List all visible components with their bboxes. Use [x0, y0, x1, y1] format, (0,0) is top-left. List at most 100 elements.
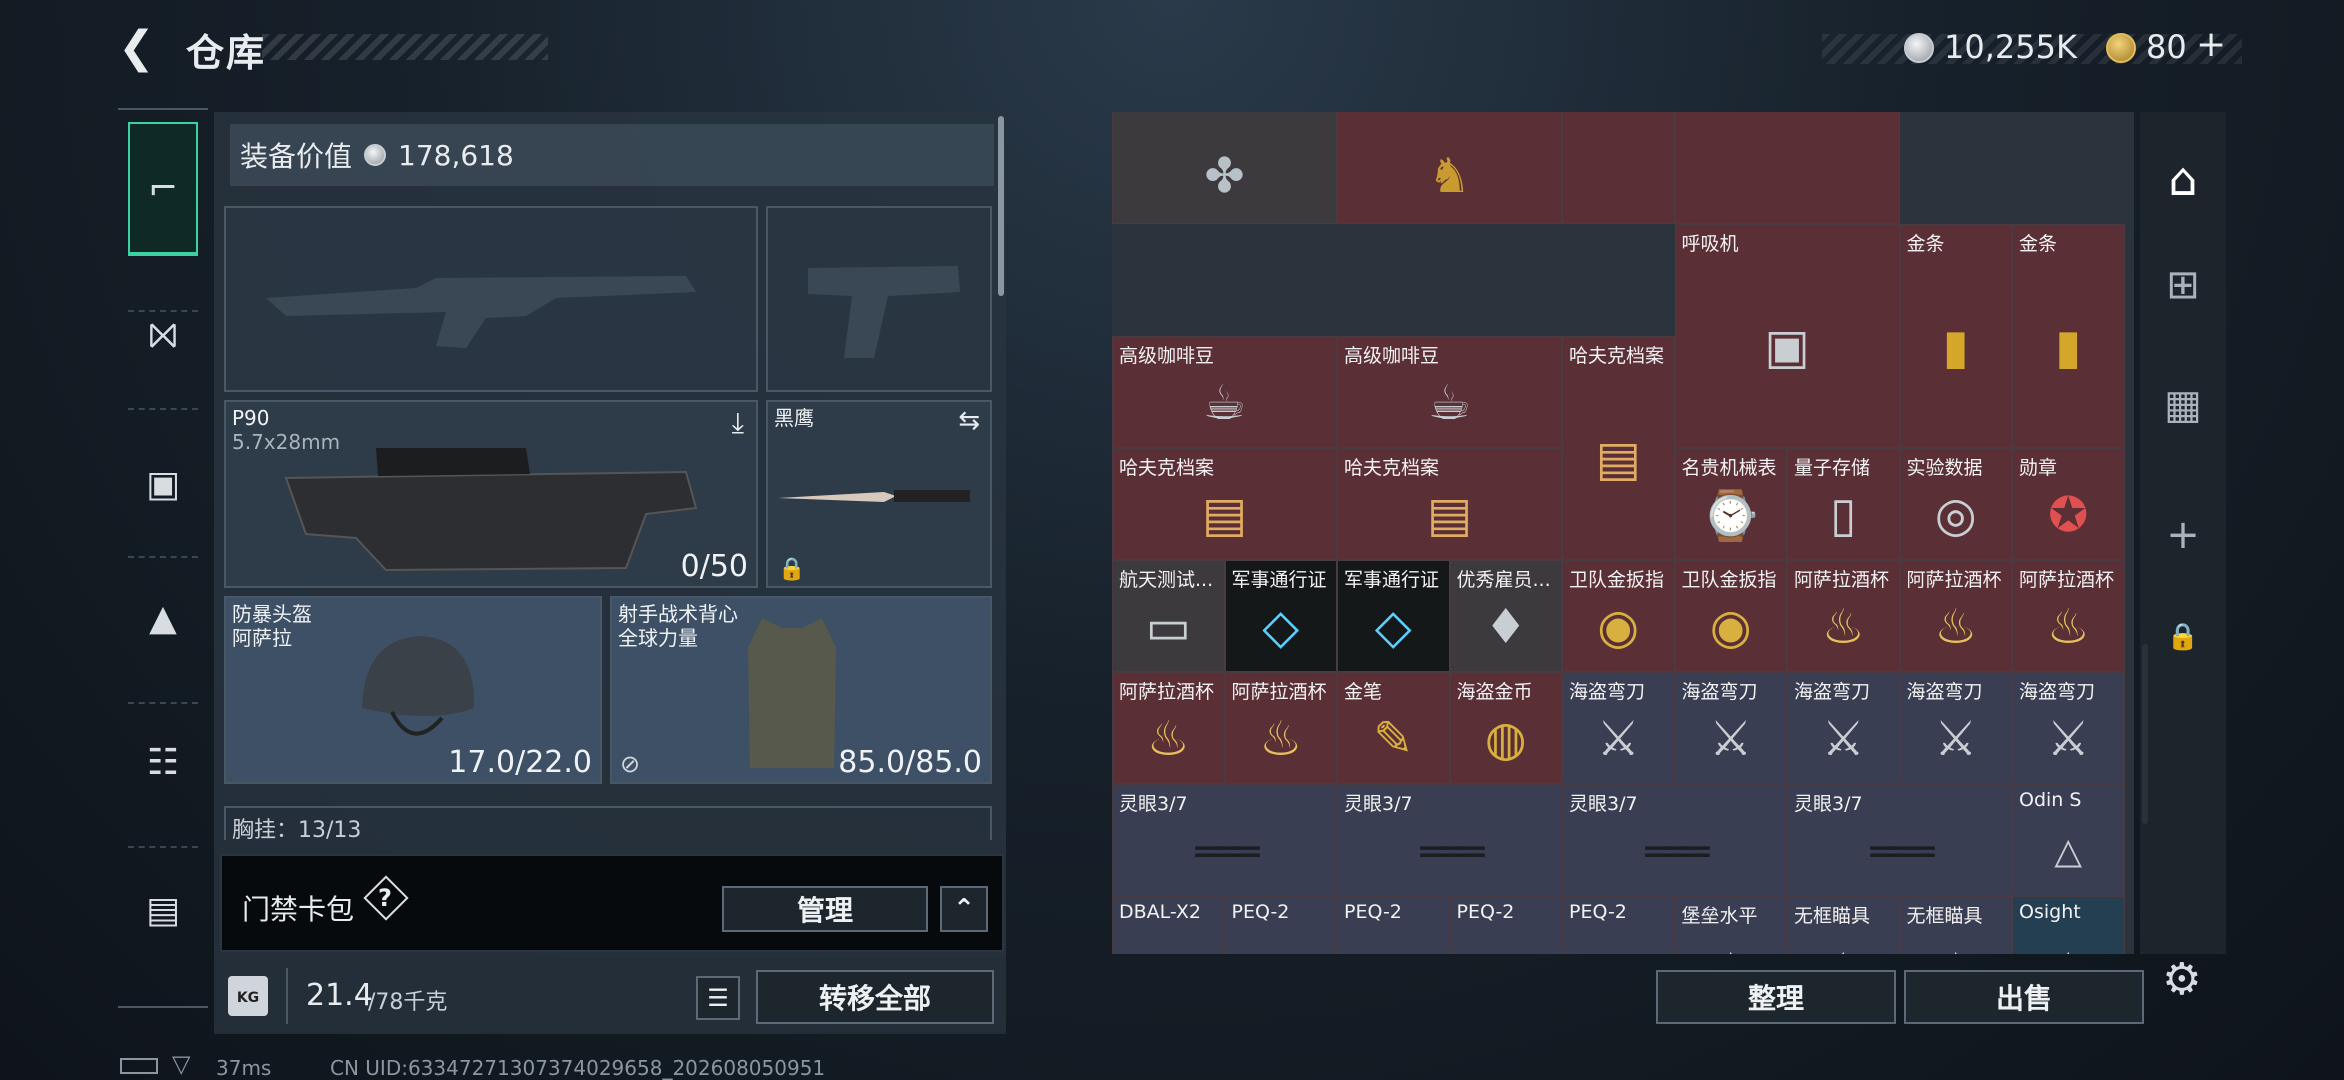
nav-clipboard[interactable]: ☷: [128, 732, 198, 792]
storage-item[interactable]: 军事通行证 ◇: [1337, 560, 1450, 672]
storage-item[interactable]: 海盗弯刀 ⚔: [1787, 672, 1900, 784]
helmet-sub: 阿萨拉: [232, 626, 292, 650]
storage-item[interactable]: 灵眼3/7 ═══: [1562, 784, 1787, 896]
storage-item[interactable]: 哈夫克档案 ▤: [1562, 336, 1675, 560]
folder-icon[interactable]: ▦: [2140, 382, 2226, 428]
nav-chest-rig[interactable]: ⨝: [128, 306, 198, 366]
storage-item[interactable]: Osight△: [2012, 896, 2125, 954]
list-view-icon[interactable]: ☰: [696, 976, 740, 1020]
slot-sidearm-empty[interactable]: [766, 206, 992, 392]
transfer-all-button[interactable]: 转移全部: [756, 970, 994, 1024]
storage-item[interactable]: 海盗金币 ◍: [1449, 672, 1562, 784]
storage-item[interactable]: 名贵机械表 ⌚: [1674, 448, 1787, 560]
storage-item[interactable]: 海盗弯刀 ⚔: [1562, 672, 1675, 784]
storage-item[interactable]: 阿萨拉酒杯 ♨: [1899, 560, 2012, 672]
pass-icon: ◇: [1374, 599, 1412, 655]
storage-item[interactable]: 阿萨拉酒杯 ♨: [1787, 560, 1900, 672]
storage-item[interactable]: [1674, 112, 1900, 224]
storage-item[interactable]: 量子存储 ▯: [1787, 448, 1900, 560]
title-decoration: [262, 34, 548, 60]
storage-item[interactable]: PEQ-2▰: [1449, 896, 1562, 954]
dagger-icon: ⚔: [1596, 711, 1640, 767]
file-icon: ▤: [1201, 487, 1248, 543]
add-stash-icon[interactable]: ⊞: [2140, 262, 2226, 308]
disc-icon: ◎: [1934, 487, 1977, 543]
storage-item[interactable]: PEQ-2▰: [1224, 896, 1337, 954]
nav-weapon[interactable]: ⌐: [128, 122, 198, 256]
back-arrow-icon[interactable]: ❮: [118, 26, 162, 70]
settings-gear-icon[interactable]: ⚙: [2162, 954, 2201, 1005]
slot-helmet[interactable]: 防暴头盔 阿萨拉 17.0/22.0: [224, 596, 602, 784]
storage-item[interactable]: 哈夫克档案 ▤: [1337, 448, 1562, 560]
item-label: 海盗金币: [1456, 681, 1533, 703]
dagger-icon: ⚔: [1934, 711, 1978, 767]
add-tab-icon[interactable]: +: [2140, 512, 2226, 558]
storage-item[interactable]: Odin S △: [2012, 784, 2125, 896]
wifi-icon: ▽: [172, 1050, 191, 1078]
scope-icon: ═══: [1645, 826, 1710, 876]
storage-item[interactable]: 无框瞄具△: [1787, 896, 1900, 954]
item-label: 海盗弯刀: [1794, 681, 1871, 703]
storage-item[interactable]: 高级咖啡豆 ☕: [1337, 336, 1562, 448]
storage-item[interactable]: 金笔 ✎: [1337, 672, 1450, 784]
storage-item[interactable]: 卫队金扳指 ◉: [1562, 560, 1675, 672]
equipment-value: 178,618: [398, 138, 514, 172]
item-label: 军事通行证: [1231, 569, 1327, 591]
item-label: 卫队金扳指: [1569, 569, 1665, 591]
weight-max: /78千克: [368, 990, 448, 1015]
storage-item[interactable]: PEQ-2▰: [1337, 896, 1450, 954]
briefcase-icon: ▤: [145, 889, 180, 931]
storage-item[interactable]: 阿萨拉酒杯 ♨: [2012, 560, 2125, 672]
storage-item[interactable]: [1562, 112, 1675, 224]
item-label: 海盗弯刀: [2019, 681, 2096, 703]
equipment-scrollbar[interactable]: [998, 116, 1004, 296]
slot-melee[interactable]: 黑鹰 ⇆ 🔒: [766, 400, 992, 588]
rifle-silhouette-icon: [266, 276, 696, 348]
storage-item[interactable]: 灵眼3/7 ═══: [1787, 784, 2012, 896]
ring-icon: ◉: [1709, 599, 1752, 655]
add-currency-button[interactable]: +: [2196, 24, 2226, 65]
sell-button[interactable]: 出售: [1904, 970, 2144, 1024]
storage-item[interactable]: 卫队金扳指 ◉: [1674, 560, 1787, 672]
help-icon[interactable]: ?: [378, 884, 392, 912]
stash-tab-icon[interactable]: ⌂: [2140, 152, 2226, 206]
storage-item[interactable]: 哈夫克档案 ▤: [1112, 448, 1337, 560]
storage-item[interactable]: 金条 ▮: [1899, 224, 2012, 448]
storage-item[interactable]: 优秀雇员... ♦: [1449, 560, 1562, 672]
storage-item[interactable]: 堡垒水平△: [1674, 896, 1787, 954]
slot-primary-weapon-empty[interactable]: [224, 206, 758, 392]
storage-item[interactable]: 无框瞄具△: [1899, 896, 2012, 954]
no-insure-icon: ⊘: [620, 750, 641, 778]
dagger-icon: ⚔: [1709, 711, 1753, 767]
horse-statue-icon: ♞: [1427, 148, 1472, 204]
slot-primary-weapon[interactable]: P90 5.7x28mm ⤓ 0/50: [224, 400, 758, 588]
manage-button[interactable]: 管理: [722, 886, 928, 932]
storage-item[interactable]: ✤: [1112, 112, 1337, 224]
organize-button[interactable]: 整理: [1656, 970, 1896, 1024]
unload-icon[interactable]: ⤓: [732, 406, 744, 440]
storage-item[interactable]: 航天测试... ▭: [1112, 560, 1225, 672]
storage-item[interactable]: 海盗弯刀 ⚔: [1674, 672, 1787, 784]
storage-item[interactable]: 高级咖啡豆 ☕: [1112, 336, 1337, 448]
storage-item[interactable]: 海盗弯刀 ⚔: [1899, 672, 2012, 784]
storage-item[interactable]: 金条 ▮: [2012, 224, 2125, 448]
storage-item[interactable]: ♞: [1337, 112, 1562, 224]
storage-item[interactable]: 呼吸机 ▣: [1674, 224, 1900, 448]
storage-item[interactable]: 灵眼3/7 ═══: [1112, 784, 1337, 896]
storage-item[interactable]: 海盗弯刀 ⚔: [2012, 672, 2125, 784]
storage-item[interactable]: 灵眼3/7 ═══: [1337, 784, 1562, 896]
storage-item[interactable]: 军事通行证 ◇: [1224, 560, 1337, 672]
storage-item[interactable]: PEQ-2▰: [1562, 896, 1675, 954]
storage-item[interactable]: 阿萨拉酒杯 ♨: [1224, 672, 1337, 784]
item-label: 阿萨拉酒杯: [1906, 569, 2002, 591]
nav-bag[interactable]: ▲: [128, 588, 198, 648]
chevron-up-icon[interactable]: ⌃: [940, 886, 988, 932]
nav-backpack[interactable]: ▣: [128, 454, 198, 514]
storage-item[interactable]: 阿萨拉酒杯 ♨: [1112, 672, 1225, 784]
storage-item[interactable]: 勋章 ✪: [2012, 448, 2125, 560]
slot-armor[interactable]: 射手战术背心 全球力量 ⊘ 85.0/85.0: [610, 596, 992, 784]
storage-item[interactable]: DBAL-X2▰: [1112, 896, 1225, 954]
nav-briefcase[interactable]: ▤: [128, 880, 198, 940]
storage-item[interactable]: 实验数据 ◎: [1899, 448, 2012, 560]
swap-icon[interactable]: ⇆: [958, 406, 980, 436]
